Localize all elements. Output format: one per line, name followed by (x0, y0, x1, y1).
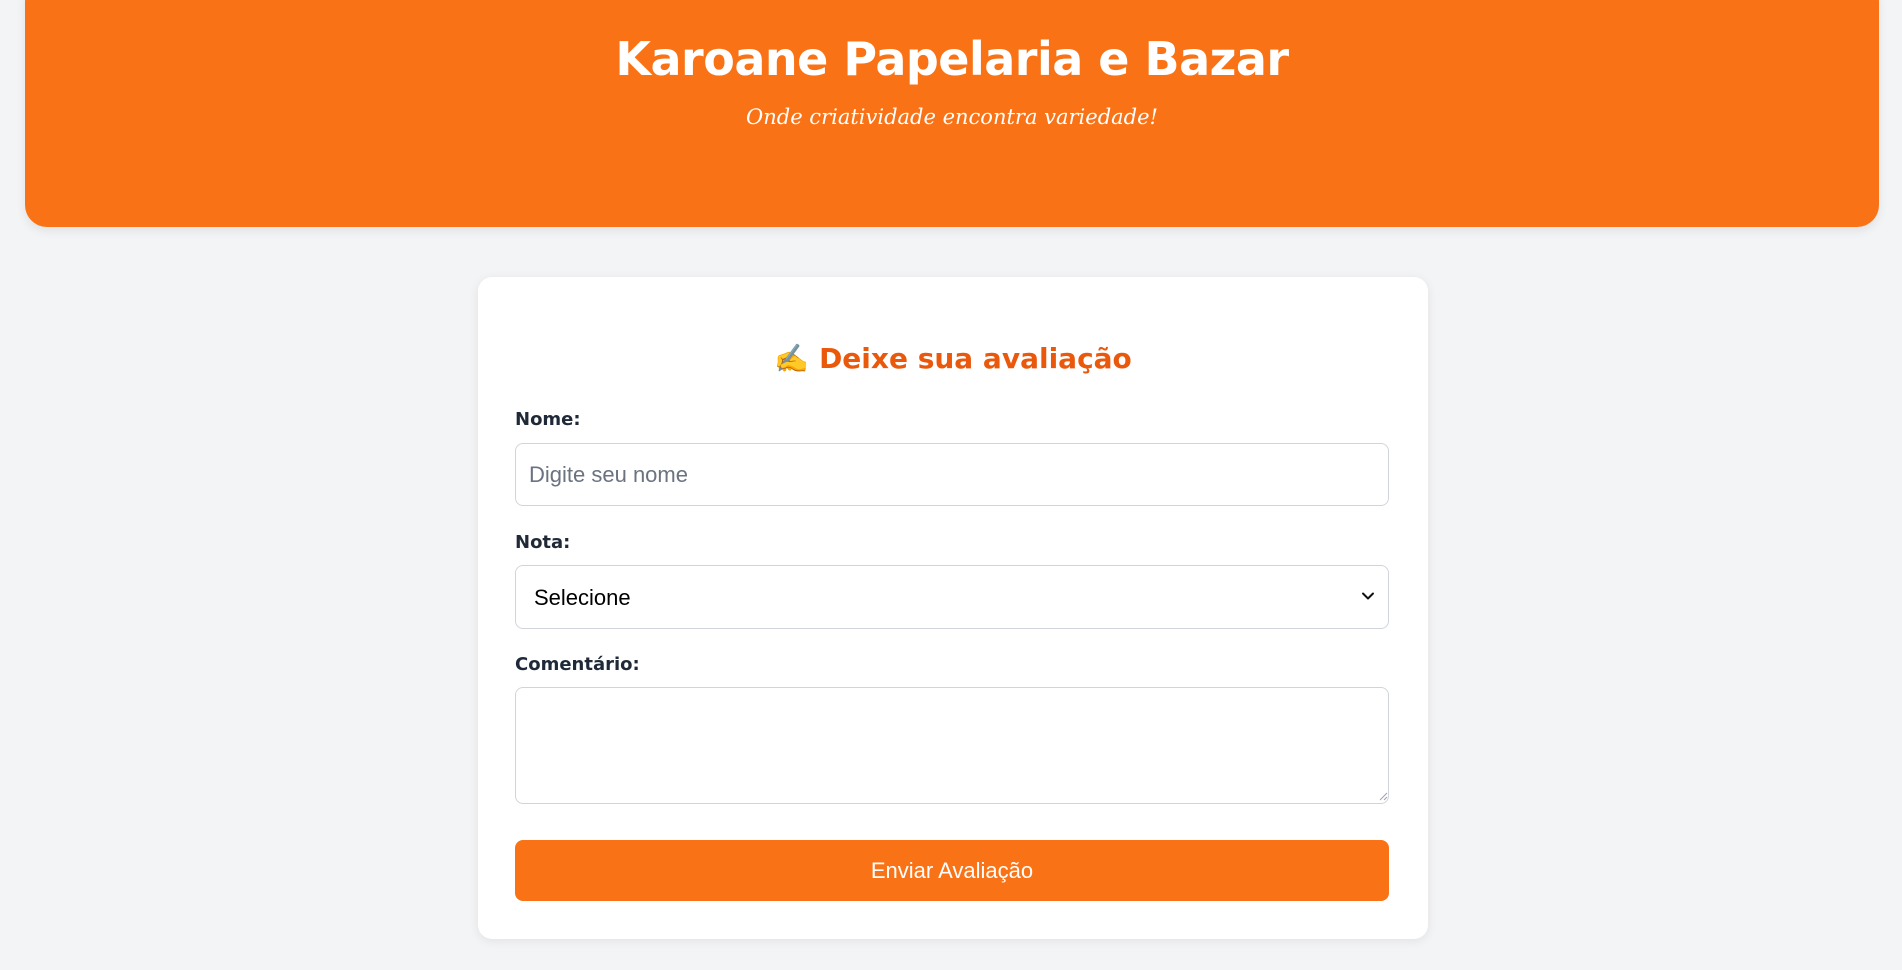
rating-select[interactable]: Selecione (515, 565, 1389, 629)
resize-grip-icon[interactable] (1378, 791, 1388, 801)
site-title: Karoane Papelaria e Bazar (615, 32, 1289, 86)
name-label: Nome: (515, 409, 581, 430)
site-header: Karoane Papelaria e Bazar Onde criativid… (25, 0, 1879, 227)
chevron-down-icon (1362, 592, 1374, 600)
name-input[interactable] (515, 443, 1389, 506)
rating-label: Nota: (515, 532, 571, 553)
writing-hand-icon: ✍️ (774, 342, 810, 375)
rating-select-value: Selecione (534, 585, 631, 610)
review-form-title-text: Deixe sua avaliação (819, 342, 1132, 375)
comment-label: Comentário: (515, 654, 640, 675)
site-subtitle: Onde criatividade encontra variedade! (746, 105, 1158, 129)
review-card: ✍️ Deixe sua avaliação Nome: Nota: Seleci… (478, 277, 1428, 939)
comment-textarea[interactable] (515, 687, 1389, 804)
review-form-title: ✍️ Deixe sua avaliação (478, 342, 1428, 375)
page: Karoane Papelaria e Bazar Onde criativid… (0, 0, 1902, 970)
submit-review-button[interactable]: Enviar Avaliação (515, 840, 1389, 901)
